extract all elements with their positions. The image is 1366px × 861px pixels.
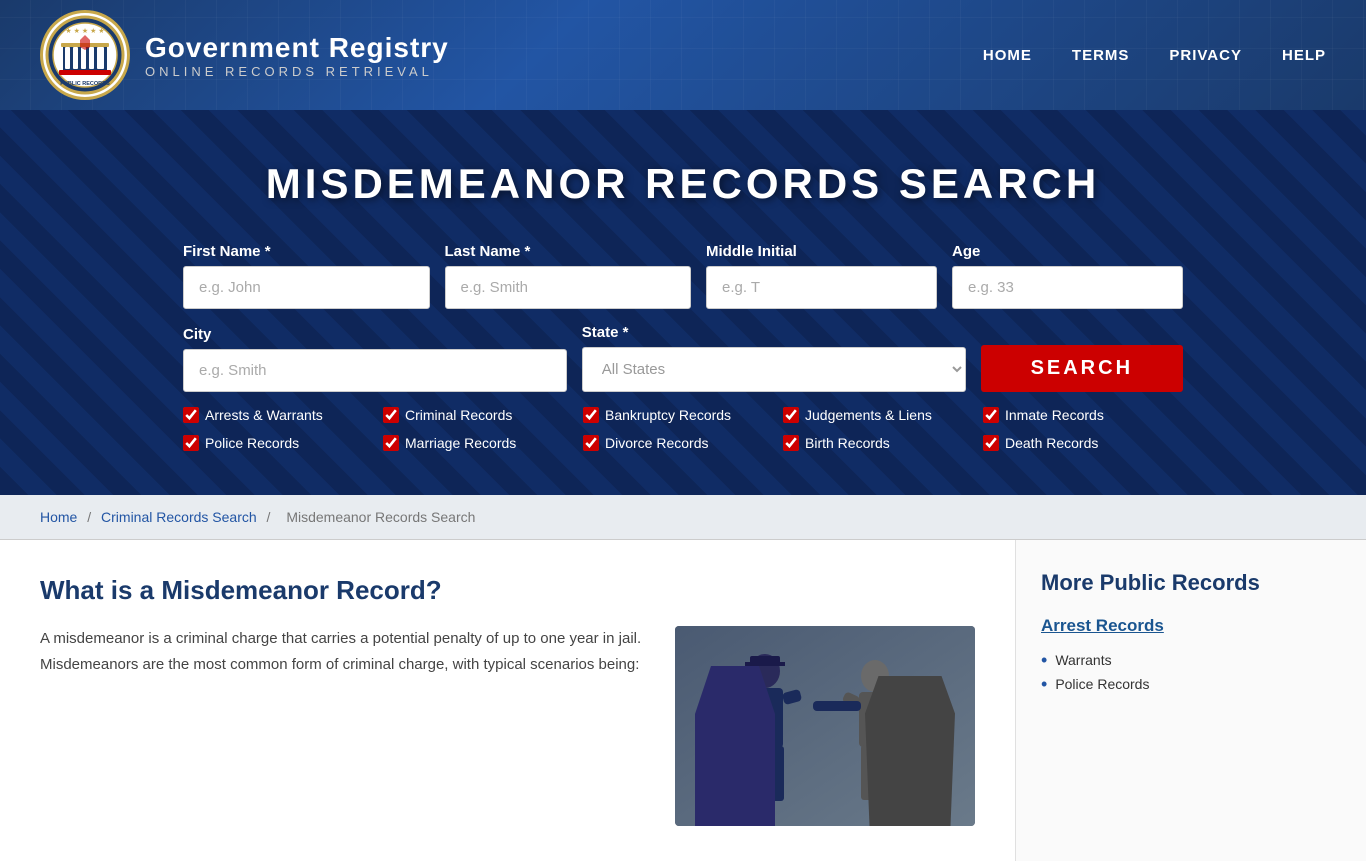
checkbox-bankruptcy-records[interactable]: [583, 407, 599, 423]
age-label: Age: [952, 243, 1183, 260]
sidebar-arrest-list: Warrants Police Records: [1041, 648, 1341, 696]
article-image: [675, 626, 975, 826]
checkbox-label-6: Marriage Records: [405, 435, 516, 451]
logo-area: ★ ★ ★ ★ ★ PUBLIC RECORDS Government Regi…: [40, 10, 449, 100]
site-header: ★ ★ ★ ★ ★ PUBLIC RECORDS Government Regi…: [0, 0, 1366, 110]
checkbox-item-8: Birth Records: [783, 435, 983, 451]
breadcrumb-current: Misdemeanor Records Search: [286, 509, 475, 525]
svg-text:PUBLIC RECORDS: PUBLIC RECORDS: [60, 81, 110, 87]
checkbox-item-5: Police Records: [183, 435, 383, 451]
breadcrumb-sep-2: /: [267, 509, 275, 525]
hero-title: MISDEMEANOR RECORDS SEARCH: [40, 160, 1326, 208]
warrants-link[interactable]: Warrants: [1055, 652, 1111, 668]
age-group: Age: [952, 243, 1183, 309]
checkbox-judgements-&-liens[interactable]: [783, 407, 799, 423]
site-title: Government Registry: [145, 32, 449, 64]
checkbox-item-0: Arrests & Warrants: [183, 407, 383, 423]
first-name-input[interactable]: [183, 266, 430, 309]
age-input[interactable]: [952, 266, 1183, 309]
checkbox-label-1: Criminal Records: [405, 407, 512, 423]
list-item-warrants: Warrants: [1041, 648, 1341, 672]
form-row-2: City State * All StatesAlabamaAlaskaAriz…: [183, 324, 1183, 392]
nav-terms[interactable]: TERMS: [1072, 47, 1130, 64]
nav-home[interactable]: HOME: [983, 47, 1032, 64]
checkbox-item-4: Inmate Records: [983, 407, 1183, 423]
first-name-label: First Name *: [183, 243, 430, 260]
checkbox-inmate-records[interactable]: [983, 407, 999, 423]
sidebar-heading: More Public Records: [1041, 570, 1341, 596]
checkbox-label-9: Death Records: [1005, 435, 1098, 451]
checkbox-arrests-&-warrants[interactable]: [183, 407, 199, 423]
last-name-input[interactable]: [445, 266, 692, 309]
list-item-police: Police Records: [1041, 672, 1341, 696]
search-form: First Name * Last Name * Middle Initial …: [183, 243, 1183, 455]
article-paragraph: A misdemeanor is a criminal charge that …: [40, 626, 650, 677]
checkbox-label-0: Arrests & Warrants: [205, 407, 323, 423]
svg-text:★ ★ ★ ★ ★: ★ ★ ★ ★ ★: [65, 27, 104, 35]
last-name-group: Last Name *: [445, 243, 692, 309]
middle-initial-input[interactable]: [706, 266, 937, 309]
city-input[interactable]: [183, 349, 567, 392]
checkbox-label-2: Bankruptcy Records: [605, 407, 731, 423]
last-name-label: Last Name *: [445, 243, 692, 260]
police-records-link[interactable]: Police Records: [1055, 676, 1149, 692]
nav-privacy[interactable]: PRIVACY: [1169, 47, 1242, 64]
breadcrumb-sep-1: /: [87, 509, 95, 525]
logo-text: Government Registry ONLINE RECORDS RETRI…: [145, 32, 449, 79]
checkbox-marriage-records[interactable]: [383, 435, 399, 451]
state-group: State * All StatesAlabamaAlaskaArizonaAr…: [582, 324, 966, 392]
checkbox-item-1: Criminal Records: [383, 407, 583, 423]
sidebar-arrest-title[interactable]: Arrest Records: [1041, 616, 1341, 636]
checkbox-divorce-records[interactable]: [583, 435, 599, 451]
checkbox-criminal-records[interactable]: [383, 407, 399, 423]
city-group: City: [183, 326, 567, 392]
checkbox-item-7: Divorce Records: [583, 435, 783, 451]
checkbox-item-2: Bankruptcy Records: [583, 407, 783, 423]
main-content: What is a Misdemeanor Record? A misdemea…: [0, 540, 1366, 861]
state-select[interactable]: All StatesAlabamaAlaskaArizonaArkansasCa…: [582, 347, 966, 392]
logo-circle: ★ ★ ★ ★ ★ PUBLIC RECORDS: [40, 10, 130, 100]
search-button[interactable]: SEARCH: [981, 345, 1183, 392]
arrest-photo: [675, 626, 975, 826]
site-subtitle: ONLINE RECORDS RETRIEVAL: [145, 64, 449, 79]
hero-section: MISDEMEANOR RECORDS SEARCH First Name * …: [0, 110, 1366, 495]
breadcrumb-home[interactable]: Home: [40, 509, 77, 525]
article-inner: A misdemeanor is a criminal charge that …: [40, 626, 975, 826]
checkbox-item-3: Judgements & Liens: [783, 407, 983, 423]
first-name-group: First Name *: [183, 243, 430, 309]
content-right: More Public Records Arrest Records Warra…: [1016, 540, 1366, 861]
checkbox-item-9: Death Records: [983, 435, 1183, 451]
checkbox-label-4: Inmate Records: [1005, 407, 1104, 423]
main-nav: HOME TERMS PRIVACY HELP: [983, 47, 1326, 64]
middle-initial-group: Middle Initial: [706, 243, 937, 309]
form-row-1: First Name * Last Name * Middle Initial …: [183, 243, 1183, 309]
checkbox-row: Arrests & Warrants Criminal Records Bankru…: [183, 407, 1183, 455]
checkbox-death-records[interactable]: [983, 435, 999, 451]
city-label: City: [183, 326, 567, 343]
article-text: A misdemeanor is a criminal charge that …: [40, 626, 650, 826]
state-label: State *: [582, 324, 966, 341]
content-left: What is a Misdemeanor Record? A misdemea…: [0, 540, 1016, 861]
checkbox-police-records[interactable]: [183, 435, 199, 451]
checkbox-label-7: Divorce Records: [605, 435, 708, 451]
breadcrumb: Home / Criminal Records Search / Misdeme…: [0, 495, 1366, 540]
breadcrumb-criminal[interactable]: Criminal Records Search: [101, 509, 257, 525]
checkbox-label-3: Judgements & Liens: [805, 407, 932, 423]
nav-help[interactable]: HELP: [1282, 47, 1326, 64]
checkbox-label-5: Police Records: [205, 435, 299, 451]
checkbox-label-8: Birth Records: [805, 435, 890, 451]
checkbox-birth-records[interactable]: [783, 435, 799, 451]
sidebar-arrest-section: Arrest Records Warrants Police Records: [1041, 616, 1341, 696]
middle-initial-label: Middle Initial: [706, 243, 937, 260]
article-heading: What is a Misdemeanor Record?: [40, 575, 975, 606]
checkbox-item-6: Marriage Records: [383, 435, 583, 451]
